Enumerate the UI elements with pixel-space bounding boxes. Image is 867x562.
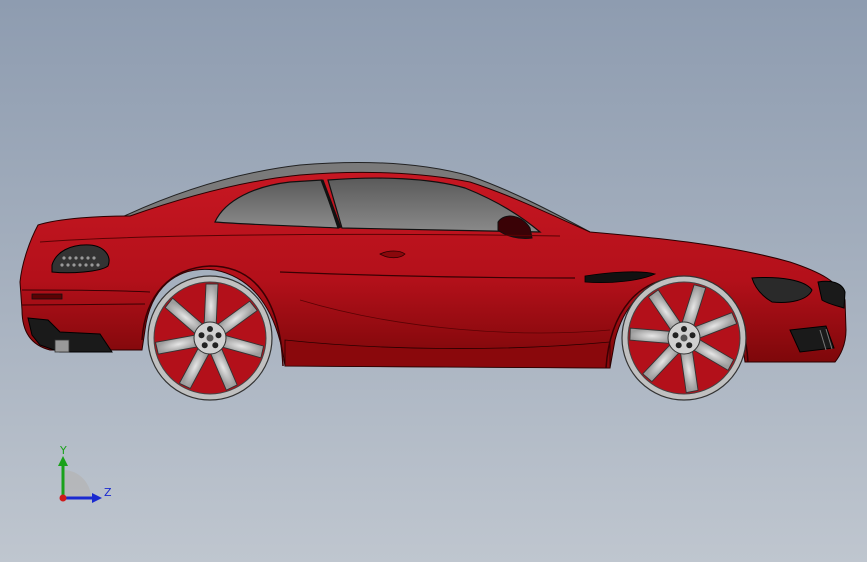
triad-quadrant xyxy=(63,470,91,498)
car-model[interactable] xyxy=(0,0,867,562)
reference-triad[interactable]: Y Z xyxy=(48,440,118,510)
front-wheel xyxy=(621,275,747,401)
y-axis-label: Y xyxy=(59,444,67,457)
graphics-viewport[interactable]: Y Z xyxy=(0,0,867,562)
x-axis-icon xyxy=(59,494,67,502)
rear-wheel xyxy=(147,275,273,401)
z-axis-label: Z xyxy=(104,486,112,499)
